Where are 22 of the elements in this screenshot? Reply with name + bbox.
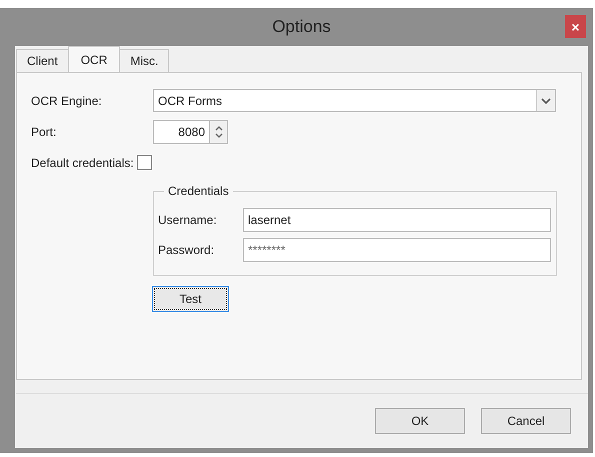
group-title: Credentials (167, 184, 230, 198)
field-label: Password: (158, 243, 216, 257)
tab[interactable]: Client (16, 49, 69, 72)
test-button[interactable]: Test (152, 286, 229, 312)
field-label: Port: (31, 125, 58, 139)
tab[interactable]: OCR (68, 46, 120, 72)
checkbox[interactable] (136, 155, 152, 170)
ocr-engine-dropdown[interactable]: OCR Forms (153, 89, 556, 112)
chevron-down-icon (541, 98, 551, 104)
password-field[interactable]: ******** (243, 238, 551, 262)
window-title: Options (272, 17, 331, 37)
up-down-arrows-icon (214, 124, 222, 140)
close-button[interactable]: × (565, 15, 586, 38)
dialog-button[interactable]: OK (375, 408, 465, 434)
dialog-button[interactable]: Cancel (481, 408, 571, 434)
port-field[interactable]: 8080 (153, 120, 210, 144)
spinner-control[interactable] (210, 120, 228, 144)
field-label: OCR Engine: (31, 94, 103, 108)
tab[interactable]: Misc. (119, 49, 170, 72)
username-field[interactable]: lasernet (243, 208, 551, 232)
field-label: Username: (158, 213, 218, 227)
checkbox-label: Default credentials: (31, 156, 134, 170)
